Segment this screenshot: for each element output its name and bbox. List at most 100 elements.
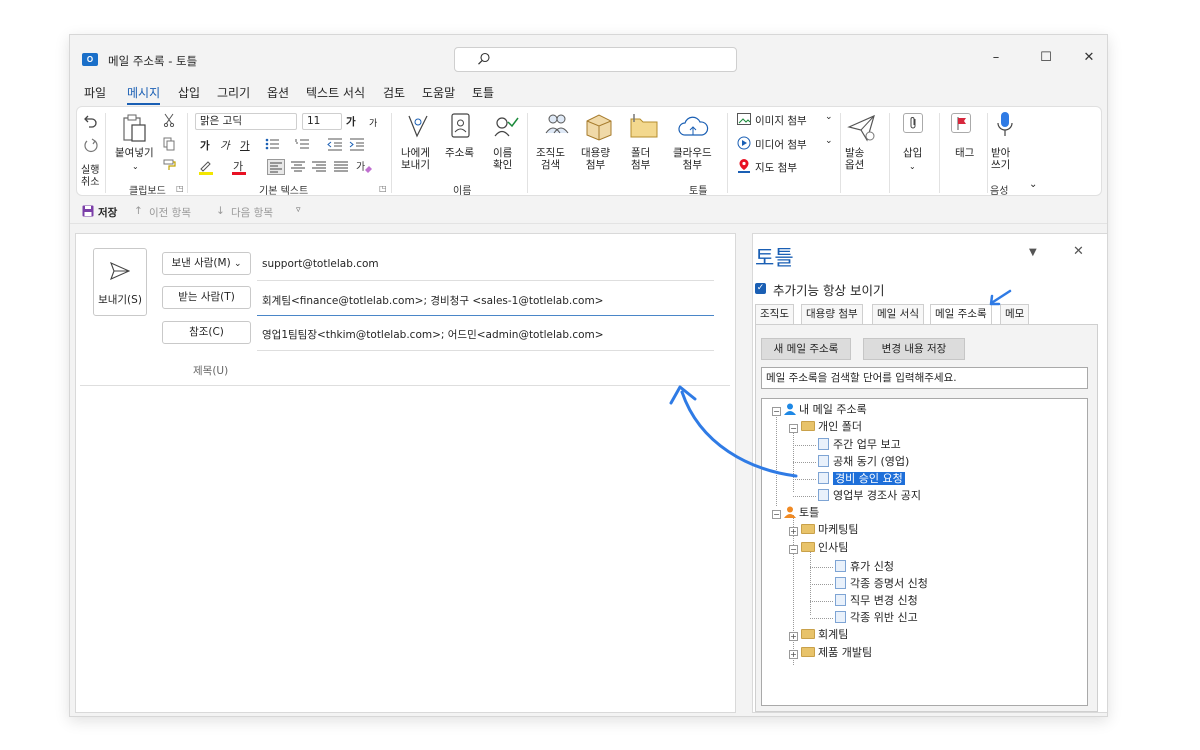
underline-button[interactable]: 가 [240,138,250,153]
attach-file-button[interactable] [903,113,923,133]
italic-button[interactable]: 가 [220,138,230,153]
ribbon-collapse-icon[interactable]: ⌄ [1029,179,1037,191]
minimize-button[interactable]: – [985,47,1007,69]
tab-mail-template[interactable]: 메일 서식 [872,304,924,325]
send-options-button[interactable]: 발송 옵션 [845,147,864,171]
tab-org-chart[interactable]: 조직도 [755,304,794,325]
font-name-select[interactable]: 맑은 고딕 [195,113,297,130]
to-field[interactable]: 회계팀<finance@totlelab.com>; 경비청구 <sales-1… [262,293,603,308]
large-attachment-button[interactable]: 대용량 첨부 [581,147,610,171]
align-center-icon[interactable] [289,159,307,175]
clipboard-launcher-icon[interactable]: ◳ [176,184,184,193]
align-left-icon[interactable] [267,159,285,175]
expand-accounting-icon[interactable]: + [789,632,798,641]
copy-icon[interactable] [163,137,175,151]
tree-node-certificates[interactable]: 각종 증명서 신청 [835,576,928,592]
tab-mail-address-book[interactable]: 메일 주소록 [930,304,992,326]
check-names-button[interactable]: 이름 확인 [493,147,512,171]
maximize-button[interactable]: ☐ [1035,47,1057,69]
cloud-attachment-button[interactable]: 클라우드 첨부 [673,147,712,171]
tab-large-attachment[interactable]: 대용량 첨부 [801,304,863,325]
decrease-indent-icon[interactable] [327,137,345,151]
paste-dropdown-icon[interactable]: ⌄ [132,161,139,173]
large-attachment-icon[interactable] [583,111,615,141]
folder-attachment-icon[interactable] [629,113,659,139]
redo-icon[interactable] [83,137,99,153]
save-changes-button[interactable]: 변경 내용 저장 [863,338,965,360]
send-to-me-icon[interactable] [407,113,429,139]
pane-options-icon[interactable]: ▼ [1029,247,1037,258]
microphone-icon[interactable] [997,111,1013,141]
org-chart-search-button[interactable]: 조직도 검색 [536,147,565,171]
collapse-totle-icon[interactable]: − [772,510,781,519]
org-chart-icon[interactable] [543,111,571,139]
menu-message[interactable]: 메시지 [127,85,161,105]
numbering-icon[interactable] [295,137,315,151]
address-book-button[interactable]: 주소록 [445,147,474,159]
collapse-hr-icon[interactable]: − [789,545,798,554]
dictate-button[interactable]: 받아 쓰기 [991,147,1010,171]
menu-file[interactable]: 파일 [84,85,106,105]
address-book-search-input[interactable]: 메일 주소록을 검색할 단어를 입력해주세요. [761,367,1088,389]
prev-item-button[interactable]: 이전 항목 [149,205,191,220]
menu-options[interactable]: 옵션 [267,85,289,105]
pane-close-icon[interactable]: ✕ [1073,244,1084,259]
tree-node-product-dev[interactable]: 제품 개발팀 [801,645,872,661]
check-names-icon[interactable] [493,113,519,139]
shrink-font-button[interactable]: 가 [369,116,377,129]
paste-button[interactable]: 붙여넣기 [115,147,154,159]
next-item-button[interactable]: 다음 항목 [231,205,273,220]
customize-qat-icon[interactable]: ▿ [296,205,301,215]
tree-node-sales-notice[interactable]: 영업부 경조사 공지 [818,488,921,504]
from-button[interactable]: 보낸 사람(M) ⌄ [162,252,251,275]
bold-button[interactable]: 가 [200,138,210,153]
format-painter-icon[interactable] [163,159,177,171]
bullets-icon[interactable] [265,137,285,151]
expand-marketing-icon[interactable]: + [789,527,798,536]
subject-input[interactable] [257,358,714,380]
to-button[interactable]: 받는 사람(T) [162,286,251,309]
map-attach-button[interactable]: 지도 첨부 [755,160,797,175]
align-right-icon[interactable] [310,159,328,175]
send-button[interactable]: 보내기(S) [93,248,147,316]
tree-node-recruit-peers[interactable]: 공채 동기 (영업) [818,454,909,470]
highlight-icon[interactable] [198,159,214,175]
tree-node-expense-approval[interactable]: 경비 승인 요청 [818,471,905,487]
send-to-me-button[interactable]: 나에게 보내기 [401,147,430,171]
tree-node-marketing[interactable]: 마케팅팀 [801,522,858,538]
search-input[interactable] [454,47,737,72]
font-size-select[interactable]: 11 [302,113,342,130]
menu-draw[interactable]: 그리기 [217,85,250,105]
increase-indent-icon[interactable] [349,137,367,151]
undo-icon[interactable] [83,113,99,129]
tree-node-vacation[interactable]: 휴가 신청 [835,559,894,575]
cloud-attachment-icon[interactable] [677,115,709,139]
tree-node-job-change[interactable]: 직무 변경 신청 [835,593,918,609]
collapse-my-book-icon[interactable]: − [772,407,781,416]
message-body[interactable] [80,390,730,708]
font-launcher-icon[interactable]: ◳ [379,184,387,193]
cc-button[interactable]: 참조(C) [162,321,251,344]
save-button[interactable]: 저장 [98,205,117,220]
image-attach-dropdown-icon[interactable]: ⌄ [825,112,833,122]
tag-button[interactable]: 태그 [955,147,974,159]
insert-button[interactable]: 삽입 [903,147,922,159]
paste-icon[interactable] [121,113,147,143]
grow-font-button[interactable]: 가 [346,114,356,129]
clear-format-icon[interactable]: 가 [355,159,373,175]
tree-node-personal-folder[interactable]: 개인 폴더 [801,419,862,435]
menu-insert[interactable]: 삽입 [178,85,200,105]
tab-memo[interactable]: 메모 [1000,304,1030,325]
menu-format-text[interactable]: 텍스트 서식 [306,85,365,105]
flag-button[interactable] [951,113,971,133]
send-options-icon[interactable] [847,113,877,143]
address-book-icon[interactable] [451,113,471,139]
new-address-book-button[interactable]: 새 메일 주소록 [761,338,851,360]
menu-review[interactable]: 검토 [383,85,405,105]
folder-attachment-button[interactable]: 폴더 첨부 [631,147,650,171]
menu-help[interactable]: 도움말 [422,85,455,105]
close-button[interactable]: ✕ [1078,47,1100,69]
tree-node-totle[interactable]: 토틀 [784,505,819,521]
insert-dropdown-icon[interactable]: ⌄ [909,161,916,173]
font-color-icon[interactable]: 가 [231,159,247,175]
